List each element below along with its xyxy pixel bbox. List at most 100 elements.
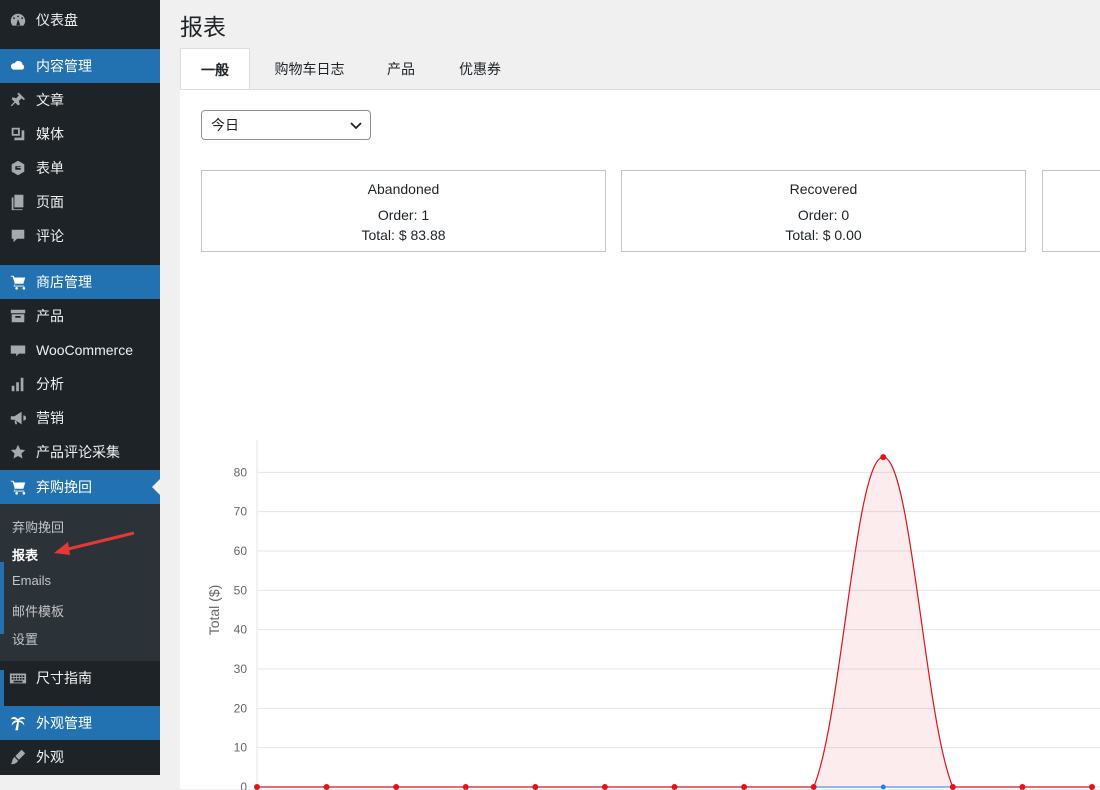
abandoned-point [1089, 784, 1095, 790]
date-range-value: 今日 [211, 117, 239, 133]
card-total: Total: $ 0.00 [785, 227, 862, 243]
cloud-icon [0, 57, 36, 75]
abandoned-point [601, 784, 608, 790]
report-chart: 01020304050607080900123456789101112Total… [206, 440, 1100, 790]
sidebar-item-label: 外观 [36, 749, 64, 765]
current-menu-arrow [152, 479, 160, 495]
comment-icon [0, 227, 36, 245]
page-icon [0, 193, 36, 211]
y-tick-label: 40 [234, 623, 248, 637]
sidebar-item-comments[interactable]: 评论 [0, 219, 160, 253]
annotation-arrow [54, 531, 135, 555]
abandoned-point [671, 784, 678, 790]
sidebar-item-label: 弃购挽回 [36, 479, 92, 495]
abandoned-point [393, 784, 400, 790]
card-order: Order: 1 [377, 207, 430, 223]
recovered-point [880, 784, 886, 790]
cart-icon [0, 478, 36, 496]
abandoned-point [462, 784, 469, 790]
sidebar-item-label: 外观管理 [36, 715, 92, 731]
y-tick-label: 50 [234, 583, 248, 597]
admin-sidebar: 仪表盘 内容管理 文章 媒体 表单 页面 评论 商店管理 产品 WooComme… [0, 0, 160, 775]
submenu-cart-recovery: 弃购挽回 报表 Emails 邮件模板 设置 [0, 504, 160, 661]
sidebar-item-analytics[interactable]: 分析 [0, 367, 160, 401]
abandoned-point [254, 784, 260, 790]
palm-icon [0, 714, 36, 732]
cart-icon [0, 273, 36, 291]
sidebar-item-forms[interactable]: 表单 [0, 151, 160, 185]
sidebar-item-cart-recovery[interactable]: 弃购挽回 [0, 470, 160, 504]
sidebar-item-label: 分析 [36, 376, 64, 392]
tab-products[interactable]: 产品 [370, 48, 432, 90]
abandoned-point [1019, 784, 1026, 790]
tab-coupons[interactable]: 优惠券 [442, 48, 518, 90]
sidebar-item-appearance[interactable]: 外观 [0, 740, 160, 774]
abandoned-area [257, 457, 1092, 787]
abandoned-card: Abandoned Order: 1 Total: $ 83.88 [201, 170, 606, 252]
brush-icon [0, 748, 36, 766]
abandoned-point [810, 784, 817, 790]
y-tick-label: 70 [234, 505, 248, 519]
card-title: Abandoned [367, 181, 440, 197]
sidebar-item-pages[interactable]: 页面 [0, 185, 160, 219]
sidebar-item-label: 商店管理 [36, 274, 92, 290]
sidebar-item-store[interactable]: 商店管理 [0, 265, 160, 299]
dashboard-icon [0, 11, 36, 29]
submenu-item-emails[interactable]: Emails [12, 573, 51, 588]
sidebar-item-posts[interactable]: 文章 [0, 83, 160, 117]
sidebar-item-label: 仪表盘 [36, 12, 78, 28]
sidebar-item-label: 产品 [36, 308, 64, 324]
sidebar-item-label: 评论 [36, 228, 64, 244]
card-order: Order: 0 [797, 207, 850, 223]
archive-icon [0, 307, 36, 325]
submenu-item-settings[interactable]: 设置 [12, 629, 38, 648]
y-axis-label: Total ($) [206, 585, 222, 636]
y-tick-label: 60 [234, 544, 248, 558]
y-tick-label: 30 [234, 662, 248, 676]
tab-general[interactable]: 一般 [180, 48, 250, 90]
report-panel: 今日 Abandoned Order: 1 Total: $ 83.88 Rec… [180, 89, 1100, 790]
chevron-down-icon [350, 122, 362, 130]
woo-icon [0, 341, 36, 359]
tab-cart-log[interactable]: 购物车日志 [258, 48, 361, 90]
recovered-card: Recovered Order: 0 Total: $ 0.00 [621, 170, 1026, 252]
sidebar-item-review-import[interactable]: 产品评论采集 [0, 435, 160, 469]
card-title: Recovered [789, 181, 858, 197]
sidebar-item-label: 内容管理 [36, 58, 92, 74]
y-tick-label: 80 [234, 465, 248, 479]
page-title: 报表 [180, 14, 226, 40]
third-card [1042, 170, 1100, 252]
sidebar-item-appearance-manage[interactable]: 外观管理 [0, 706, 160, 740]
bar-chart-icon [0, 375, 36, 393]
y-tick-label: 20 [234, 701, 248, 715]
submenu-item-reports[interactable]: 报表 [12, 545, 38, 564]
sidebar-item-label: 文章 [36, 92, 64, 108]
sidebar-item-label: 表单 [36, 160, 64, 176]
sidebar-item-woocommerce[interactable]: WooCommerce [0, 333, 160, 367]
abandoned-point [532, 784, 539, 790]
abandoned-point [741, 784, 748, 790]
submenu-item-email-templates[interactable]: 邮件模板 [12, 601, 64, 620]
abandoned-point [323, 784, 330, 790]
media-icon [0, 125, 36, 143]
sidebar-item-size-guide[interactable]: 尺寸指南 [0, 661, 160, 695]
date-range-select[interactable]: 今日 [201, 110, 371, 140]
sidebar-item-products[interactable]: 产品 [0, 299, 160, 333]
card-total: Total: $ 83.88 [361, 227, 446, 243]
main-content: 报表 一般 购物车日志 产品 优惠券 今日 Abandoned Order: 1… [160, 0, 1100, 790]
megaphone-icon [0, 409, 36, 427]
sidebar-item-label: 媒体 [36, 126, 64, 142]
abandoned-point [880, 454, 887, 461]
y-tick-label: 0 [240, 780, 247, 790]
sidebar-item-marketing[interactable]: 营销 [0, 401, 160, 435]
sidebar-item-label: 产品评论采集 [36, 444, 120, 460]
sidebar-item-label: WooCommerce [36, 342, 133, 358]
y-tick-label: 10 [234, 741, 248, 755]
keyboard-icon [0, 669, 36, 687]
sidebar-item-label: 页面 [36, 194, 64, 210]
sidebar-item-dashboard[interactable]: 仪表盘 [0, 3, 160, 37]
abandoned-line [256, 456, 1092, 788]
sidebar-item-media[interactable]: 媒体 [0, 117, 160, 151]
sidebar-item-content[interactable]: 内容管理 [0, 49, 160, 83]
abandoned-point [949, 784, 956, 790]
